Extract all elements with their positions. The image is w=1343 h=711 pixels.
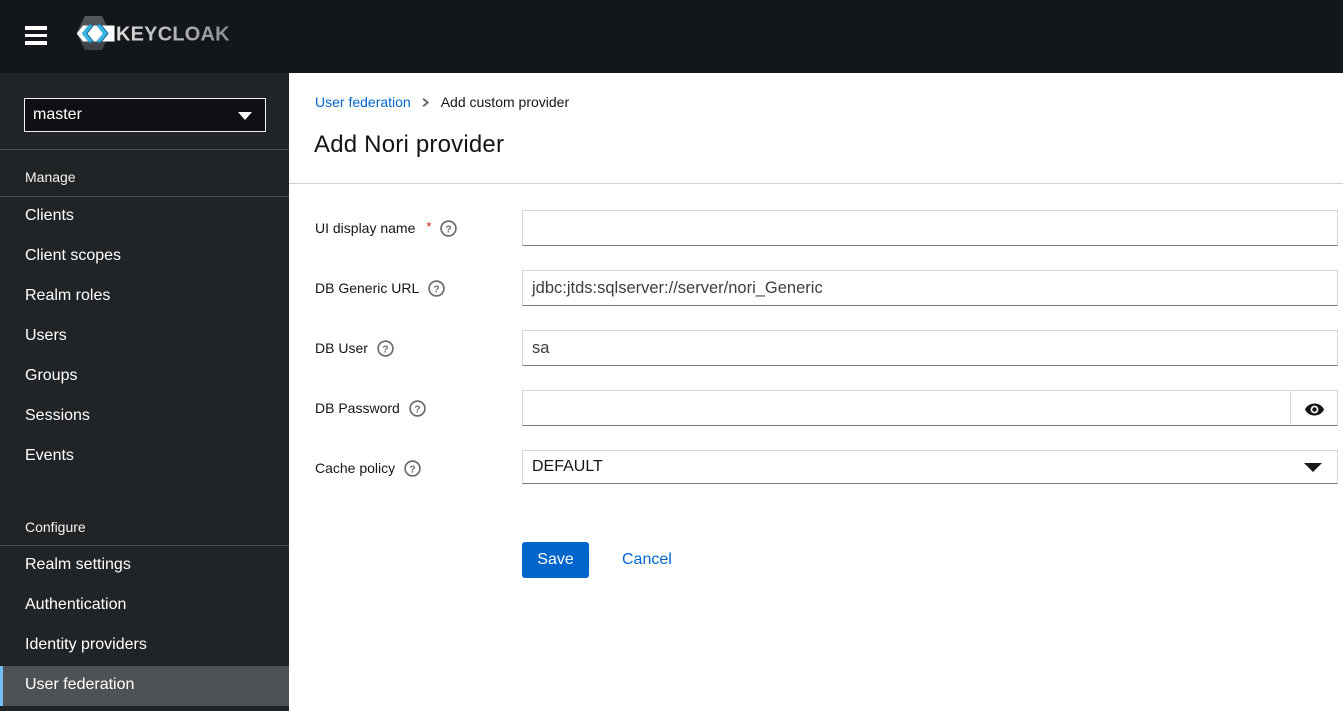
svg-text:?: ? — [434, 283, 440, 295]
svg-text:KEYCLOAK: KEYCLOAK — [116, 24, 230, 46]
svg-text:?: ? — [446, 223, 452, 235]
svg-text:?: ? — [382, 343, 388, 355]
svg-text:?: ? — [414, 403, 420, 415]
svg-text:?: ? — [409, 463, 415, 475]
